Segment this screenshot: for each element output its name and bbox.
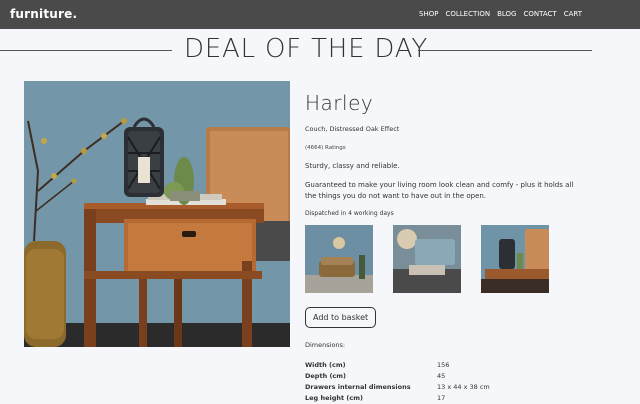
dimension-value: 17 [437, 394, 446, 402]
page-title: DEAL OF THE DAY [184, 34, 429, 64]
thumbnail-2[interactable] [393, 225, 461, 293]
thumbnail-1-image [305, 225, 373, 293]
thumbnail-gallery [305, 225, 575, 293]
product-subtitle: Couch, Distressed Oak Effect [305, 125, 400, 133]
product-description: Guaranteed to make your living room look… [305, 181, 574, 200]
dimension-label: Drawers internal dimensions [305, 383, 411, 391]
thumbnail-2-image [393, 225, 461, 293]
hero-illustration [24, 81, 290, 347]
thumbnail-1[interactable] [305, 225, 373, 293]
dispatch-info: Dispatched in 4 working days [305, 210, 394, 217]
dimension-label: Leg height (cm) [305, 394, 363, 402]
product-main-image [24, 81, 290, 347]
dimension-label: Width (cm) [305, 361, 346, 369]
dimension-row: Drawers internal dimensions 13 x 44 x 38… [305, 382, 575, 393]
dimension-row: Width (cm) 156 [305, 360, 575, 371]
nav-contact[interactable]: CONTACT [523, 10, 556, 18]
product-title: Harley [305, 91, 374, 115]
nav-blog[interactable]: BLOG [497, 10, 516, 18]
nav-shop[interactable]: SHOP [419, 10, 438, 18]
site-logo[interactable]: furniture. [10, 7, 77, 21]
add-to-basket-button[interactable]: Add to basket [305, 307, 377, 328]
product-info: Harley Couch, Distressed Oak Effect (466… [305, 91, 575, 404]
dimension-label: Depth (cm) [305, 372, 347, 380]
divider-left [0, 50, 172, 51]
dimension-row: Leg height (cm) 17 [305, 393, 575, 404]
dimension-value: 13 x 44 x 38 cm [437, 383, 490, 391]
deal-header: DEAL OF THE DAY [0, 34, 640, 70]
ratings-count[interactable]: (4664) Ratings [305, 145, 575, 151]
divider-right [418, 50, 592, 51]
main-nav: SHOP COLLECTION BLOG CONTACT CART [419, 10, 582, 18]
thumbnail-3-image [481, 225, 549, 293]
dimensions-heading: Dimensions: [305, 341, 346, 349]
top-navigation-bar: furniture. SHOP COLLECTION BLOG CONTACT … [0, 0, 640, 29]
dimension-value: 156 [437, 361, 450, 369]
nav-collection[interactable]: COLLECTION [445, 10, 490, 18]
dimension-value: 45 [437, 372, 446, 380]
nav-cart[interactable]: CART [564, 10, 582, 18]
thumbnail-3[interactable] [481, 225, 549, 293]
dimensions-table: Width (cm) 156 Depth (cm) 45 Drawers int… [305, 360, 575, 404]
product-tagline: Sturdy, classy and reliable. [305, 162, 400, 170]
dimension-row: Depth (cm) 45 [305, 371, 575, 382]
